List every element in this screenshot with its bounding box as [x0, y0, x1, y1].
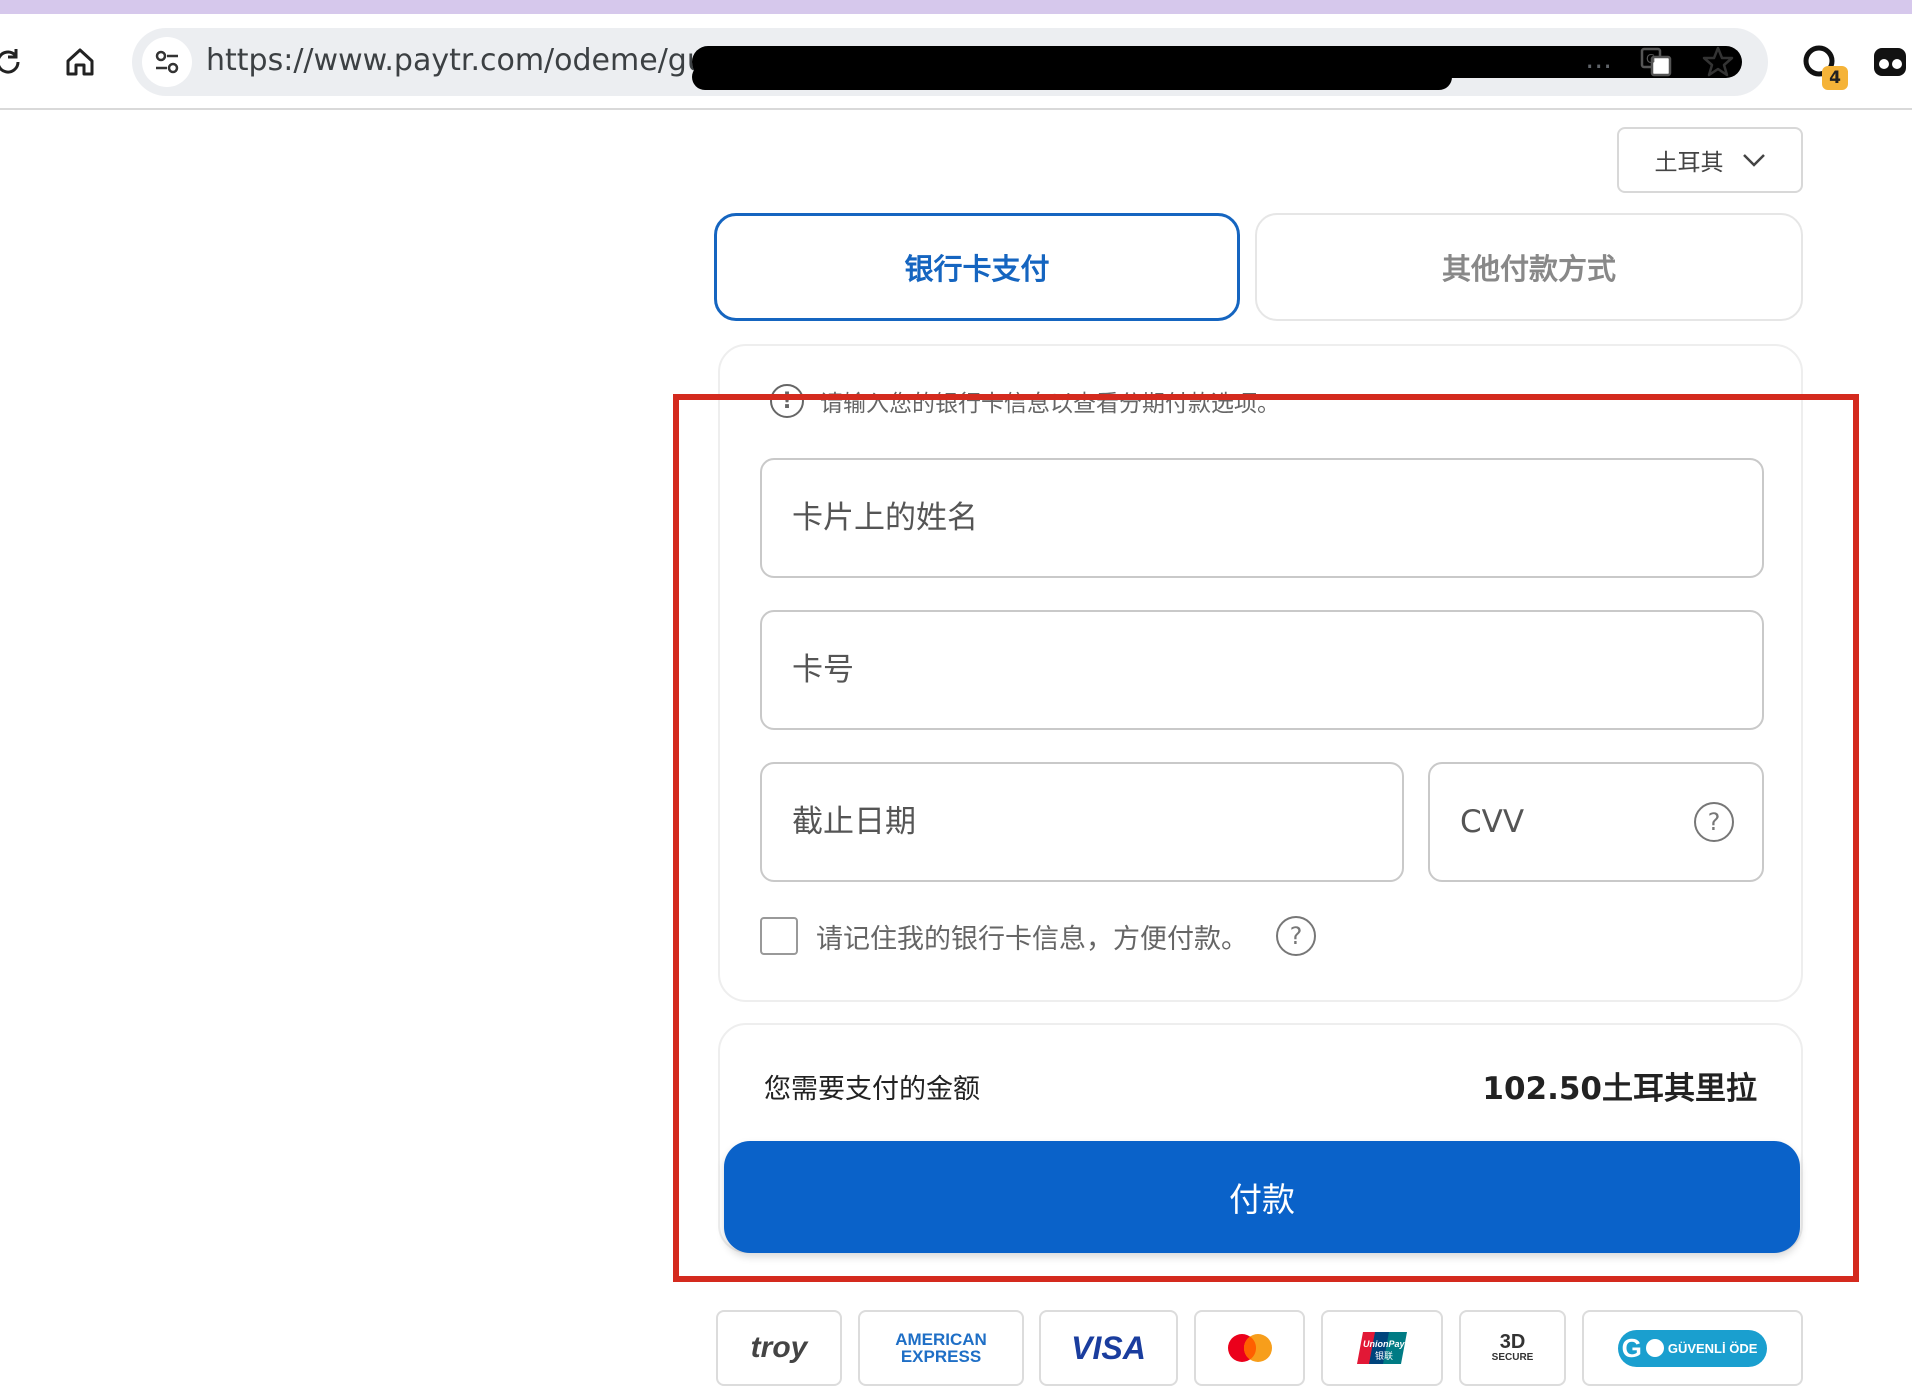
installment-notice: ! 请输入您的银行卡信息以查看分期付款选项。 — [770, 384, 1280, 418]
bookmark-star-icon[interactable] — [1698, 42, 1738, 82]
home-icon[interactable] — [60, 42, 100, 82]
tab-card-payment[interactable]: 银行卡支付 — [714, 213, 1240, 321]
url-redaction — [692, 64, 1452, 90]
remember-checkbox[interactable] — [760, 917, 798, 955]
expiry-field[interactable] — [760, 762, 1404, 882]
unionpay-icon: UnionPay 银联 — [1357, 1332, 1407, 1364]
troy-logo: troy — [716, 1310, 842, 1386]
info-icon: ! — [770, 384, 804, 418]
guvenli-ode-text: GÜVENLİ ÖDE — [1667, 1340, 1758, 1356]
cvv-help-icon[interactable]: ? — [1694, 802, 1734, 842]
unionpay-text-cn: 银联 — [1375, 1350, 1393, 1362]
mastercard-logo — [1194, 1310, 1305, 1386]
cardholder-name-field[interactable] — [760, 458, 1764, 578]
card-number-field[interactable] — [760, 610, 1764, 730]
mastercard-icon — [1227, 1334, 1272, 1362]
tab-other-payment[interactable]: 其他付款方式 — [1255, 213, 1803, 321]
language-select-value: 土耳其 — [1654, 150, 1724, 176]
unionpay-text: UnionPay — [1363, 1339, 1406, 1349]
guvenli-ode-badge: G GÜVENLİ ÖDE — [1617, 1329, 1768, 1367]
amount-value: 102.50土耳其里拉 — [1482, 1071, 1757, 1107]
address-bar[interactable]: https://www.paytr.com/odeme/guvenli ... … — [132, 28, 1768, 96]
profile-icon[interactable] — [1870, 42, 1910, 82]
3d-secure-subtext: SECURE — [1491, 1352, 1534, 1363]
url-ellipsis: ... — [1585, 42, 1612, 75]
amex-logo: AMERICAN EXPRESS — [858, 1310, 1024, 1386]
remember-card[interactable]: 请记住我的银行卡信息，方便付款。 ? — [760, 916, 1316, 956]
reload-icon[interactable] — [0, 42, 28, 82]
notice-text: 请输入您的银行卡信息以查看分期付款选项。 — [820, 391, 1280, 417]
translate-icon[interactable]: G — [1636, 42, 1676, 82]
chevron-down-icon — [1742, 147, 1766, 173]
guvenli-ode-logo: G GÜVENLİ ÖDE — [1582, 1310, 1803, 1386]
remember-label[interactable]: 请记住我的银行卡信息，方便付款。 — [816, 917, 1248, 956]
unionpay-logo: UnionPay 银联 — [1321, 1310, 1443, 1386]
cvv-field[interactable]: ? — [1428, 762, 1764, 882]
pay-button[interactable]: 付款 — [724, 1141, 1800, 1253]
card-form: ! 请输入您的银行卡信息以查看分期付款选项。 ? 请记住我的银行卡信息，方便付款… — [718, 344, 1803, 1002]
expiry-input[interactable] — [762, 764, 1402, 880]
browser-top-strip — [0, 0, 1912, 14]
site-settings-icon[interactable] — [142, 37, 192, 87]
3d-secure-logo: 3D SECURE — [1459, 1310, 1566, 1386]
3d-secure-text: 3D — [1499, 1331, 1526, 1353]
remember-help-icon[interactable]: ? — [1276, 916, 1316, 956]
go-dot-icon — [1645, 1339, 1664, 1357]
payment-summary: 您需要支付的金额 102.50土耳其里拉 付款 — [718, 1023, 1803, 1253]
troy-logo-text: troy — [750, 1331, 808, 1364]
amount-label: 您需要支付的金额 — [764, 1074, 980, 1105]
card-number-input[interactable] — [762, 612, 1762, 728]
cardholder-name-input[interactable] — [762, 460, 1762, 576]
extension-badge: 4 — [1822, 66, 1848, 90]
svg-text:G: G — [1646, 52, 1655, 66]
visa-logo-text: VISA — [1071, 1329, 1146, 1366]
browser-toolbar: https://www.paytr.com/odeme/guvenli ... … — [0, 14, 1912, 110]
go-letter: G — [1621, 1332, 1642, 1363]
language-select[interactable]: 土耳其 — [1617, 127, 1803, 193]
amex-logo-line2: EXPRESS — [900, 1347, 982, 1366]
amex-logo-line1: AMERICAN — [895, 1330, 987, 1349]
visa-logo: VISA — [1039, 1310, 1178, 1386]
